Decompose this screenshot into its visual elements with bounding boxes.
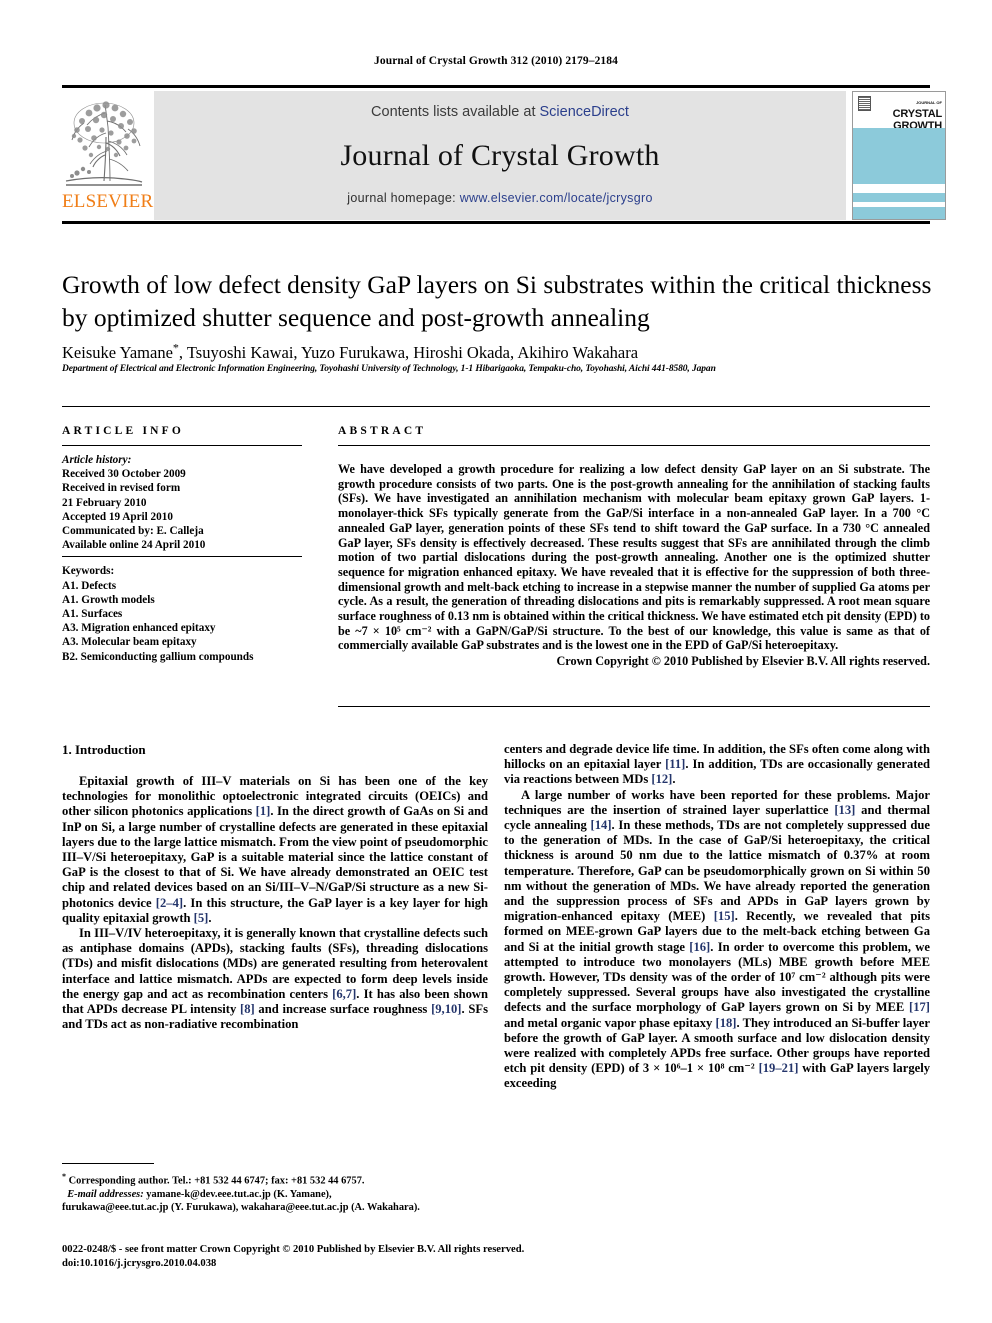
abstract-column: ABSTRACT We have developed a growth proc… [338, 425, 930, 669]
info-rule-top [62, 406, 930, 407]
cover-masthead: JOURNAL OF CRYSTAL GROWTH [853, 92, 945, 131]
doi[interactable]: doi:10.1016/j.jcrysgro.2010.04.038 [62, 1258, 216, 1269]
history-item-2: 21 February 2010 [62, 496, 147, 509]
paragraph: In III–V/IV heteroepitaxy, it is general… [62, 926, 488, 1032]
elsevier-logo[interactable]: ELSEVIER [62, 91, 154, 220]
keywords-divider [62, 556, 302, 558]
elsevier-tree-icon [65, 101, 143, 186]
citation-ref[interactable]: [15] [714, 909, 735, 923]
keywords-list: Keywords: A1. Defects A1. Growth models … [62, 564, 302, 663]
footnote-rule [62, 1163, 154, 1164]
history-item-5: Available online 24 April 2010 [62, 539, 206, 552]
citation-ref[interactable]: [14] [591, 818, 612, 832]
cover-publisher-icon [858, 96, 871, 111]
paragraph: centers and degrade device life time. In… [504, 742, 930, 787]
author-list: Keisuke Yamane*, Tsuyoshi Kawai, Yuzo Fu… [62, 337, 934, 363]
abstract-copyright: Crown Copyright © 2010 Published by Else… [556, 654, 930, 669]
article-info-divider [62, 445, 302, 446]
citation-ref[interactable]: [1] [256, 804, 271, 818]
history-item-0: Received 30 October 2009 [62, 468, 186, 481]
issn-front-matter: 0022-0248/$ - see front matter Crown Cop… [62, 1244, 525, 1255]
cover-gap-1 [853, 184, 945, 193]
author-names: Keisuke Yamane*, Tsuyoshi Kawai, Yuzo Fu… [62, 340, 639, 362]
paragraph: Epitaxial growth of III–V materials on S… [62, 774, 488, 925]
contents-available-line: Contents lists available at ScienceDirec… [154, 104, 846, 120]
keyword-5: B2. Semiconducting gallium compounds [62, 650, 254, 663]
journal-cover-thumbnail: JOURNAL OF CRYSTAL GROWTH [852, 91, 946, 220]
abstract-rule-bottom [338, 706, 930, 707]
contents-prefix: Contents lists available at [371, 104, 540, 120]
history-item-3: Accepted 19 April 2010 [62, 510, 173, 523]
journal-title: Journal of Crystal Growth [340, 139, 660, 172]
paper-page: Journal of Crystal Growth 312 (2010) 217… [0, 0, 992, 1323]
keyword-3: A3. Migration enhanced epitaxy [62, 622, 216, 635]
homepage-link[interactable]: www.elsevier.com/locate/jcrysgro [460, 191, 653, 205]
email-line-1[interactable]: yamane-k@dev.eee.tut.ac.jp (K. Yamane), [146, 1189, 331, 1200]
citation-ref[interactable]: [6,7] [332, 987, 356, 1001]
abstract-text: We have developed a growth procedure for… [338, 462, 930, 653]
colophon: 0022-0248/$ - see front matter Crown Cop… [62, 1243, 942, 1270]
sciencedirect-link[interactable]: ScienceDirect [540, 104, 629, 120]
abstract-heading: ABSTRACT [338, 425, 427, 437]
citation-ref[interactable]: [2–4] [156, 896, 183, 910]
footnote-block: * Corresponding author. Tel.: +81 532 44… [62, 1170, 492, 1215]
article-info-column: ARTICLE INFO Article history: Received 3… [62, 425, 302, 664]
journal-banner: Contents lists available at ScienceDirec… [154, 91, 846, 220]
cover-small-label: JOURNAL OF [916, 100, 942, 105]
citation-ref[interactable]: [9,10] [431, 1002, 461, 1016]
keyword-0: A1. Defects [62, 579, 117, 592]
cover-line-1: CRYSTAL [892, 108, 943, 121]
history-item-1: Received in revised form [62, 482, 181, 495]
citation-ref[interactable]: [5] [194, 911, 209, 925]
header-rule-bottom [62, 221, 930, 224]
article-history-label: Article history: [62, 454, 132, 466]
citation-ref[interactable]: [18] [716, 1016, 737, 1030]
corresponding-author-note: Corresponding author. Tel.: +81 532 44 6… [68, 1175, 365, 1187]
homepage-prefix: journal homepage: [347, 191, 460, 205]
section-heading-introduction: 1. Introduction [62, 742, 146, 757]
keyword-4: A3. Molecular beam epitaxy [62, 636, 197, 649]
paragraph: A large number of works have been report… [504, 787, 931, 1091]
cover-band-lower [853, 207, 945, 219]
article-info-heading: ARTICLE INFO [62, 425, 185, 437]
email-line-2[interactable]: furukawa@eee.tut.ac.jp (Y. Furukawa), wa… [62, 1202, 420, 1213]
keywords-label: Keywords: [62, 565, 115, 578]
cover-band-mid [853, 193, 945, 202]
body-column-left: 1. Introduction Epitaxial growth of III–… [62, 742, 488, 1032]
affiliation: Department of Electrical and Electronic … [62, 364, 716, 374]
citation-ref[interactable]: [8] [240, 1002, 255, 1016]
citation-ref[interactable]: [19–21] [759, 1061, 799, 1075]
email-label: E-mail addresses: [67, 1188, 144, 1200]
footnote-asterisk: * [62, 1172, 66, 1181]
citation-ref[interactable]: [17] [909, 1000, 930, 1014]
citation-ref[interactable]: [11] [665, 757, 685, 771]
citation-ref[interactable]: [12] [651, 772, 672, 786]
journal-header-band: ELSEVIER Contents lists available at Sci… [62, 91, 946, 220]
keyword-2: A1. Surfaces [62, 608, 123, 621]
keyword-1: A1. Growth models [62, 593, 155, 606]
header-rule-top [62, 85, 930, 88]
article-history: Article history: Received 30 October 200… [62, 453, 302, 552]
cover-wordmark: JOURNAL OF CRYSTAL GROWTH [875, 97, 943, 132]
history-item-4: Communicated by: E. Calleja [62, 525, 204, 538]
page-title: Growth of low defect density GaP layers … [62, 270, 932, 332]
cover-band-upper [853, 128, 945, 184]
running-head: Journal of Crystal Growth 312 (2010) 217… [374, 55, 618, 67]
citation-ref[interactable]: [16] [689, 940, 710, 954]
corresponding-marker: * [172, 340, 179, 354]
citation-ref[interactable]: [13] [834, 803, 855, 817]
elsevier-wordmark: ELSEVIER [62, 191, 154, 212]
body-column-right: centers and degrade device life time. In… [504, 742, 930, 1092]
journal-homepage-line: journal homepage: www.elsevier.com/locat… [154, 191, 846, 205]
abstract-divider [338, 445, 930, 446]
